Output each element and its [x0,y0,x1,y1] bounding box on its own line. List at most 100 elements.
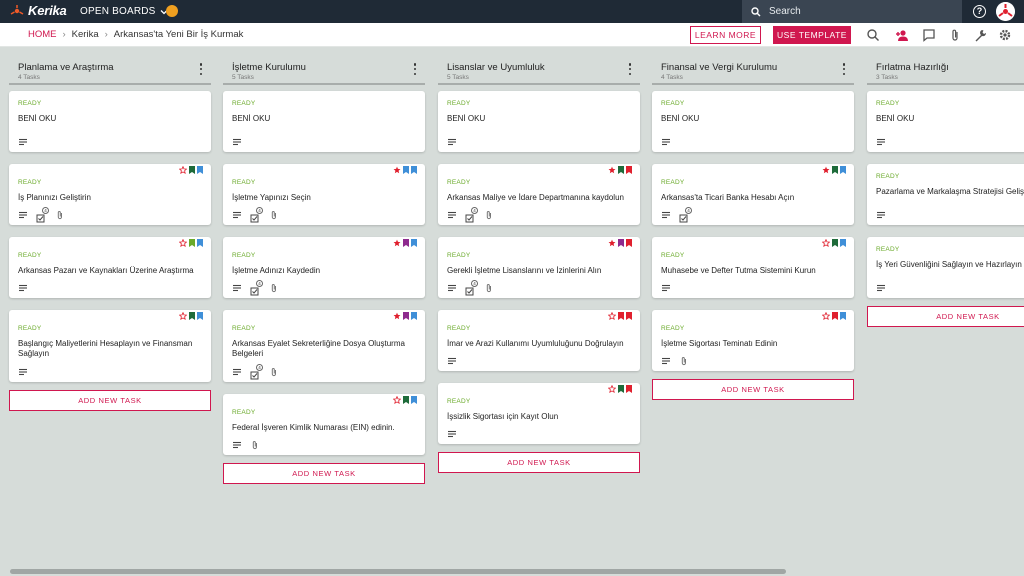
star-filled-icon[interactable] [608,166,616,174]
task-card[interactable]: READY BENİ OKU [867,91,1024,152]
column-menu-icon[interactable] [199,63,203,75]
task-card[interactable]: READY BENİ OKU [223,91,425,152]
task-title[interactable]: İmar ve Arazi Kullanımı Uyumluluğunu Doğ… [447,339,631,349]
add-new-task-button[interactable]: ADD NEW TASK [867,306,1024,327]
task-title[interactable]: BENİ OKU [232,114,416,124]
avatar-image [996,2,1015,21]
task-title[interactable]: Başlangıç Maliyetlerini Hesaplayın ve Fi… [18,339,202,359]
star-filled-icon[interactable] [608,239,616,247]
column-header[interactable]: Fırlatma Hazırlığı 3 Tasks [867,47,1024,85]
task-title[interactable]: Federal İşveren Kimlik Numarası (EIN) ed… [232,423,416,433]
task-card[interactable]: READY İş Planınızı Geliştirin 4 [9,164,211,225]
column-menu-icon[interactable] [842,63,846,75]
horizontal-scrollbar[interactable] [10,569,786,574]
status-label: READY [232,100,256,107]
task-card[interactable]: READY İşletme Sigortası Teminatı Edinin [652,310,854,371]
task-title[interactable]: Arkansas Maliye ve İdare Departmanına ka… [447,193,631,203]
red-tag-icon [618,312,624,320]
star-outline-icon[interactable] [179,239,187,247]
star-outline-icon[interactable] [822,239,830,247]
column-divider [652,83,854,85]
task-title[interactable]: BENİ OKU [18,114,202,124]
task-card[interactable]: READY Arkansas Pazarı ve Kaynakları Üzeri… [9,237,211,298]
avatar[interactable] [996,2,1015,21]
task-card[interactable]: READY İşletme Adınızı Kaydedin 4 [223,237,425,298]
attachment-icon[interactable] [948,28,962,42]
breadcrumb-home[interactable]: HOME [28,29,57,40]
task-title[interactable]: İşletme Adınızı Kaydedin [232,266,416,276]
task-title[interactable]: İşletme Sigortası Teminatı Edinin [661,339,845,349]
add-new-task-button[interactable]: ADD NEW TASK [223,463,425,484]
wrench-icon[interactable] [973,28,987,42]
column-header[interactable]: Lisanslar ve Uyumluluk 5 Tasks [438,47,640,85]
task-card[interactable]: READY Federal İşveren Kimlik Numarası (EI… [223,394,425,455]
task-title[interactable]: Arkansas Pazarı ve Kaynakları Üzerine Ar… [18,266,202,276]
task-title[interactable]: Arkansas Eyalet Sekreterliğine Dosya Olu… [232,339,416,359]
task-title[interactable]: İşsizlik Sigortası için Kayıt Olun [447,412,631,422]
help-icon[interactable]: ? [973,5,986,18]
task-title[interactable]: İş Yeri Güvenliğini Sağlayın ve Hazırlay… [876,260,1024,270]
task-card[interactable]: READY Gerekli İşletme Lisanslarını ve İzi… [438,237,640,298]
task-card[interactable]: READY BENİ OKU [652,91,854,152]
column-header[interactable]: Finansal ve Vergi Kurulumu 4 Tasks [652,47,854,85]
task-title[interactable]: Arkansas'ta Ticari Banka Hesabı Açın [661,193,845,203]
star-outline-icon[interactable] [179,166,187,174]
task-title[interactable]: Gerekli İşletme Lisanslarını ve İzinleri… [447,266,631,276]
task-card[interactable]: READY BENİ OKU [438,91,640,152]
add-new-task-button[interactable]: ADD NEW TASK [9,390,211,411]
star-outline-icon[interactable] [393,396,401,404]
task-card[interactable]: READY Pazarlama ve Markalaşma Stratejisi … [867,164,1024,225]
status-label: READY [232,409,256,416]
description-icon [19,211,27,219]
search-icon[interactable] [866,28,880,42]
star-outline-icon[interactable] [608,385,616,393]
column-menu-icon[interactable] [413,63,417,75]
column-header[interactable]: Planlama ve Araştırma 4 Tasks [9,47,211,85]
add-new-task-button[interactable]: ADD NEW TASK [652,379,854,400]
chat-icon[interactable] [922,28,936,42]
open-boards-menu[interactable]: OPEN BOARDS [80,6,168,17]
kerika-logo[interactable]: Kerika [10,3,67,18]
column-task-count: 4 Tasks [18,74,40,81]
task-card[interactable]: READY Başlangıç Maliyetlerini Hesaplayın … [9,310,211,382]
star-filled-icon[interactable] [393,239,401,247]
task-title[interactable]: İşletme Yapınızı Seçin [232,193,416,203]
search-input[interactable]: Search [742,0,962,23]
learn-more-button[interactable]: LEARN MORE [690,26,761,44]
task-card[interactable]: READY İşsizlik Sigortası için Kayıt Olun [438,383,640,444]
task-title[interactable]: BENİ OKU [447,114,631,124]
star-filled-icon[interactable] [393,166,401,174]
task-title[interactable]: BENİ OKU [876,114,1024,124]
task-title[interactable]: İş Planınızı Geliştirin [18,193,202,203]
checklist-count: 4 [256,364,263,371]
star-filled-icon[interactable] [822,166,830,174]
notification-sun-icon[interactable] [166,5,178,17]
task-card[interactable]: READY Arkansas'ta Ticari Banka Hesabı Açı… [652,164,854,225]
task-card[interactable]: READY İşletme Yapınızı Seçin 4 [223,164,425,225]
status-label: READY [661,179,685,186]
task-card[interactable]: READY İmar ve Arazi Kullanımı Uyumluluğun… [438,310,640,371]
task-title[interactable]: Pazarlama ve Markalaşma Stratejisi Geliş… [876,187,1024,197]
description-icon [233,211,241,219]
star-filled-icon[interactable] [393,312,401,320]
status-label: READY [18,325,42,332]
task-card[interactable]: READY BENİ OKU [9,91,211,152]
star-outline-icon[interactable] [608,312,616,320]
use-template-button[interactable]: USE TEMPLATE [773,26,851,44]
column-menu-icon[interactable] [628,63,632,75]
card-flags [393,396,417,404]
add-new-task-button[interactable]: ADD NEW TASK [438,452,640,473]
column-header[interactable]: İşletme Kurulumu 5 Tasks [223,47,425,85]
task-title[interactable]: BENİ OKU [661,114,845,124]
star-outline-icon[interactable] [822,312,830,320]
add-person-icon[interactable] [895,28,909,42]
settings-gear-icon[interactable] [998,28,1012,42]
breadcrumb-org[interactable]: Kerika [72,29,99,40]
task-card[interactable]: READY İş Yeri Güvenliğini Sağlayın ve Haz… [867,237,1024,298]
task-card[interactable]: READY Muhasebe ve Defter Tutma Sistemini … [652,237,854,298]
star-outline-icon[interactable] [179,312,187,320]
checklist-icon: 4 [250,280,263,296]
task-title[interactable]: Muhasebe ve Defter Tutma Sistemini Kurun [661,266,845,276]
task-card[interactable]: READY Arkansas Maliye ve İdare Departmanı… [438,164,640,225]
task-card[interactable]: READY Arkansas Eyalet Sekreterliğine Dosy… [223,310,425,382]
